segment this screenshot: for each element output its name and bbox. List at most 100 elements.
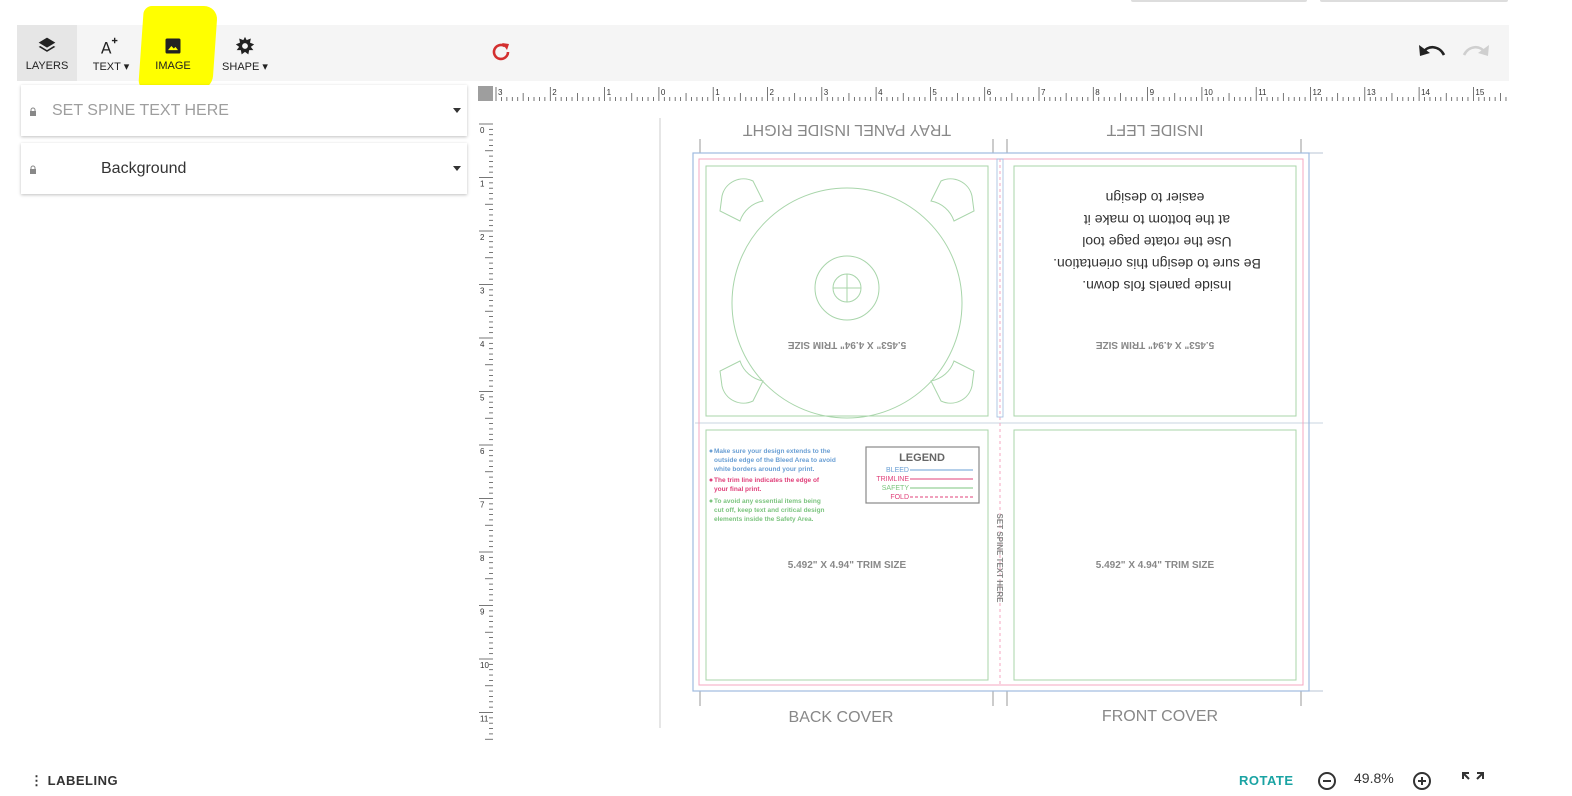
ruler-label: 6 [987,88,992,97]
zoom-out-icon[interactable] [1317,771,1337,796]
text-tool-label-text: TEXT [92,60,121,73]
vertical-ruler: 0 1 2 3 4 5 6 7 8 9 10 11 [479,123,493,740]
instruction-line: Use the rotate page tool [1082,234,1231,250]
ruler-label: 3 [498,88,503,97]
undo-icon[interactable] [1417,41,1447,68]
ruler-label: 10 [1204,88,1213,97]
gear-icon [235,34,255,58]
inside-left-label: INSIDE LEFT [1106,121,1203,138]
svg-text:To avoid any essential items b: To avoid any essential items being cut o… [714,498,826,523]
chevron-down-icon: ▾ [123,60,130,73]
shape-tool-button[interactable]: SHAPE ▾ [213,25,277,81]
spine-text-placeholder: SET SPINE TEXT HERE [52,101,229,119]
ruler-label: 12 [1313,88,1322,97]
note-bleed-line: outside edge of the Bleed Area to avoid [714,457,836,464]
layers-icon [37,34,57,58]
ruler-label: 14 [1421,88,1430,97]
ruler-label: 2 [480,233,485,242]
top-button-right[interactable] [1320,0,1508,2]
ruler-label: 0 [480,126,485,135]
ruler-label: 15 [1475,88,1484,97]
lock-icon [29,162,37,180]
ruler-label: 0 [661,88,666,97]
image-icon [163,34,183,58]
ruler-label: 3 [480,287,485,296]
spine-text-group[interactable]: SET SPINE TEXT HERE [995,514,1004,604]
legend-title: LEGEND [899,452,945,464]
legend-bleed: BLEED [886,467,909,474]
legend-safety: SAFETY [882,485,910,492]
chevron-down-icon[interactable] [453,166,461,171]
status-label: ⋮ LABELING [30,773,119,788]
ruler-label: 11 [1258,88,1267,97]
inside-left-label-group: INSIDE LEFT [1106,121,1203,138]
design-canvas[interactable]: TRAY PANEL INSIDE RIGHT INSIDE LEFT 5.45… [495,103,1509,743]
image-tool-label: IMAGE [155,60,191,72]
status-label-text: LABELING [47,773,119,788]
inside-trim-group: 5.453" X 4.94" TRIM SIZE [1095,339,1214,350]
ruler-label: 2 [552,88,557,97]
chevron-down-icon: ▾ [262,60,268,73]
instruction-line: Be sure to design this orientation. [1053,256,1261,272]
note-safety-line: cut off, keep text and critical design [714,507,825,514]
ruler-label: 5 [480,394,485,403]
ruler-label: 6 [480,447,485,456]
zoom-level: 49.8% [1354,770,1394,786]
note-bleed-line: white borders around your print. [713,466,815,473]
back-cover-label: BACK COVER [789,709,894,726]
editor-toolbar: LAYERS A TEXT ▾ IMAGE SHAPE ▾ [17,6,1509,90]
instruction-line: easier to design [1106,190,1205,206]
ruler-label: 11 [480,715,489,724]
legend-box: LEGEND BLEED TRIMLINE SAFETY FOLD [865,446,980,504]
ruler-label: 1 [607,88,612,97]
ruler-label: 4 [878,88,883,97]
note-bleed-line: Make sure your design extends to the [714,448,831,455]
chevron-down-icon[interactable] [453,108,461,113]
ruler-label: 7 [1041,88,1046,97]
shape-tool-label: SHAPE ▾ [222,60,268,73]
note-trim-line: The trim line indicates the edge of [714,477,820,484]
tray-trim-group: 5.453" X 4.94" TRIM SIZE [787,339,906,350]
ruler-label: 9 [1150,88,1155,97]
layers-tool-label: LAYERS [25,60,69,72]
background-layer-label: Background [101,159,187,177]
spine-text[interactable]: SET SPINE TEXT HERE [995,514,1004,604]
text-tool-label: TEXT ▾ [93,60,130,73]
ruler-label: 3 [824,88,829,97]
layer-background[interactable]: Background [21,143,467,194]
ruler-label: 8 [1095,88,1100,97]
inside-trim-size: 5.453" X 4.94" TRIM SIZE [1095,339,1214,350]
svg-text:A: A [101,39,112,57]
redo-icon [1461,41,1491,68]
tray-panel-label-group: TRAY PANEL INSIDE RIGHT [743,121,952,138]
shape-tool-label-text: SHAPE [222,60,260,73]
fullscreen-icon[interactable] [1461,771,1485,796]
front-cover-label: FRONT COVER [1102,708,1218,725]
note-safety-line: elements inside the Safety Area. [714,516,814,523]
back-trim-size: 5.492" X 4.94" TRIM SIZE [788,560,907,571]
ruler-label: 2 [770,88,775,97]
tray-panel-label: TRAY PANEL INSIDE RIGHT [743,121,952,138]
lock-icon [29,104,37,122]
note-safety-line: To avoid any essential items being [714,498,821,505]
ruler-label: 4 [480,340,485,349]
image-tool-button[interactable]: IMAGE [145,25,201,81]
layer-spine-text[interactable]: SET SPINE TEXT HERE [21,85,467,136]
rotate-button[interactable]: ROTATE [1239,773,1294,788]
text-tool-button[interactable]: A TEXT ▾ [83,25,139,81]
layers-tool-button[interactable]: LAYERS [17,25,77,81]
ruler-label: 1 [480,180,485,189]
ruler-label: 13 [1367,88,1376,97]
top-button-left[interactable] [1131,0,1307,2]
legend-fold: FOLD [890,494,909,501]
zoom-in-icon[interactable] [1412,771,1432,796]
note-trim-line: your final print. [714,486,762,493]
front-trim-size: 5.492" X 4.94" TRIM SIZE [1096,560,1215,571]
instruction-line: at the bottom to make it [1084,212,1230,228]
tray-trim-size: 5.453" X 4.94" TRIM SIZE [787,339,906,350]
ruler-label: 5 [932,88,937,97]
refresh-icon[interactable] [489,40,513,64]
text-add-icon: A [100,34,122,58]
ruler-label: 8 [480,554,485,563]
ruler-label: 9 [480,608,485,617]
